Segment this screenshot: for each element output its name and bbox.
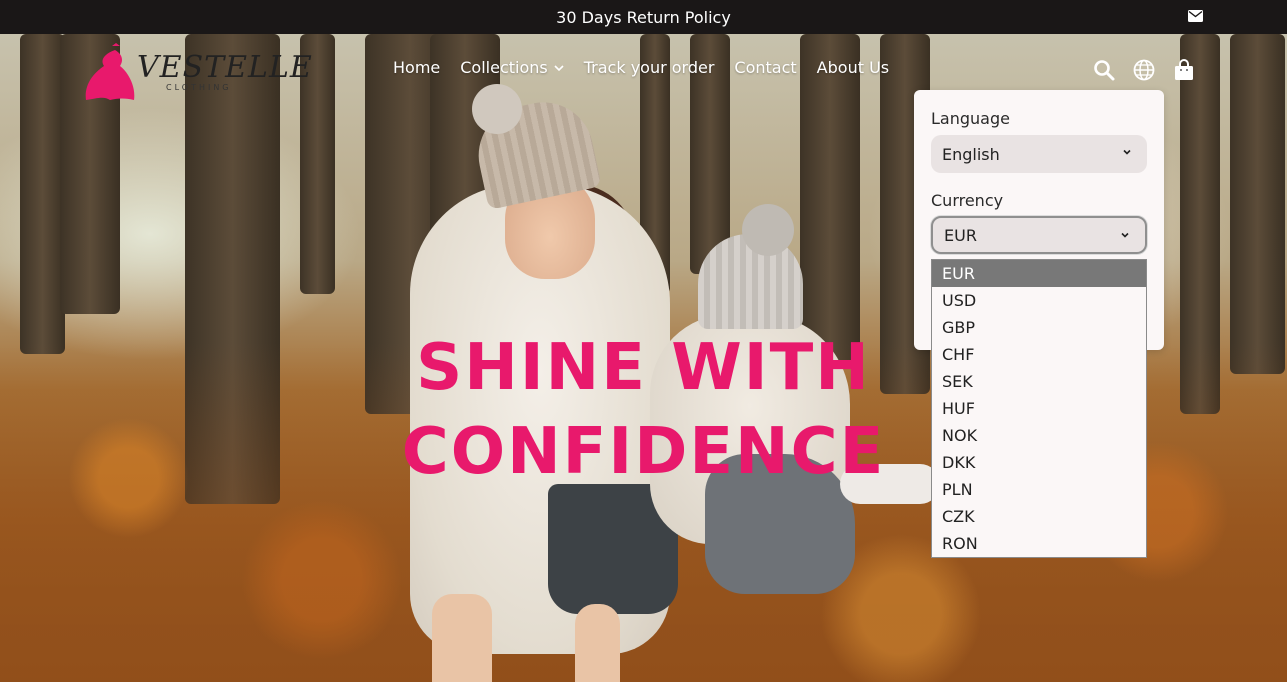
currency-value: EUR [944, 225, 977, 245]
announcement-bar: 30 Days Return Policy [0, 0, 1287, 34]
nav-about-us[interactable]: About Us [817, 58, 889, 77]
currency-option-usd[interactable]: USD [932, 287, 1146, 314]
nav-home[interactable]: Home [393, 58, 440, 77]
nav-track-order[interactable]: Track your order [584, 58, 715, 77]
globe-icon[interactable] [1132, 58, 1156, 82]
nav-contact-label: Contact [734, 58, 797, 77]
language-label: Language [931, 109, 1010, 128]
hero-headline-line2: CONFIDENCE [401, 415, 886, 489]
chevron-down-icon [554, 64, 564, 71]
announcement-text: 30 Days Return Policy [556, 7, 731, 27]
chevron-down-icon [1121, 232, 1129, 238]
main-nav: Home Collections Track your order Contac… [393, 58, 889, 77]
currency-option-ron[interactable]: RON [932, 530, 1146, 557]
currency-select[interactable]: EUR [931, 216, 1147, 254]
language-select[interactable]: English [931, 135, 1147, 173]
nav-home-label: Home [393, 58, 441, 77]
logo-text: VESTELLE [137, 50, 313, 85]
search-icon[interactable] [1092, 58, 1116, 82]
nav-collections[interactable]: Collections [460, 58, 564, 77]
shopping-bag-icon[interactable] [1172, 58, 1196, 82]
nav-about-us-label: About Us [816, 58, 890, 77]
logo-subtext: CLOTHING [166, 83, 232, 92]
hero-headline-line1: SHINE WITH [416, 331, 871, 405]
currency-option-eur[interactable]: EUR [932, 260, 1146, 287]
chevron-down-icon [1123, 149, 1131, 155]
nav-collections-label: Collections [460, 58, 548, 77]
nav-contact[interactable]: Contact [734, 58, 796, 77]
currency-label: Currency [931, 191, 1004, 210]
mail-icon[interactable] [1188, 10, 1203, 22]
nav-track-order-label: Track your order [583, 58, 715, 77]
currency-option-czk[interactable]: CZK [932, 503, 1146, 530]
language-value: English [942, 144, 1000, 164]
